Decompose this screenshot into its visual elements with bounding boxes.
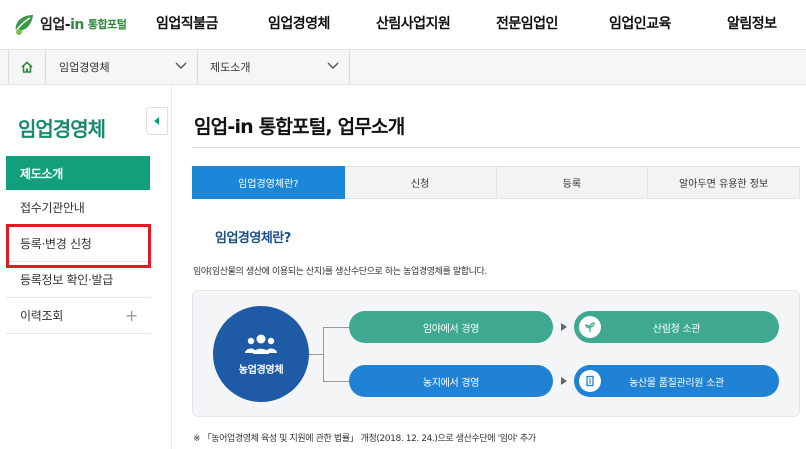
home-icon: [21, 61, 33, 73]
sidebar-item-label: 제도소개: [20, 166, 63, 181]
tab-registration[interactable]: 등록: [496, 166, 649, 199]
gnb-item-expert-forester[interactable]: 전문임업인: [496, 13, 558, 33]
diagram-center-circle: 농업경영체: [213, 306, 309, 402]
diagram-forest-service-label: 산림청 소관: [652, 323, 701, 335]
tab-what-is-entity[interactable]: 임업경영체란?: [192, 166, 345, 199]
sprout-icon: [579, 316, 601, 338]
sidebar-item-label: 이력조회: [20, 309, 63, 323]
diagram-quality-service-label: 농산물 품질관리원 소관: [629, 377, 724, 389]
sidebar-item-label: 접수기관안내: [20, 201, 85, 215]
site-header: 임업-in 통합포털 임업직불금 임업경영체 산림사업지원 전문임업인 임업인교…: [0, 0, 806, 48]
connector-line: [323, 327, 324, 382]
diagram-forest-service: 산림청 소관: [574, 311, 779, 343]
law-note: ※ 「농어업경영체 육성 및 지원에 관한 법률」 개정(2018. 12. 2…: [193, 434, 536, 444]
connector-line: [323, 381, 349, 382]
gnb-item-notice[interactable]: 알림정보: [727, 13, 777, 33]
breadcrumb-level1-label: 임업경영체: [59, 61, 110, 74]
breadcrumb: 임업경영체 제도소개: [0, 49, 806, 85]
connector-line: [309, 354, 323, 355]
diagram-farmland-management: 농지에서 경영: [349, 365, 553, 397]
global-nav: 임업직불금 임업경영체 산림사업지원 전문임업인 임업인교육 알림정보: [0, 13, 806, 35]
sidebar-divider: [171, 86, 172, 449]
arrow-right-icon: [561, 377, 567, 385]
sidebar-item-history[interactable]: 이력조회 +: [6, 298, 150, 334]
breadcrumb-dropdown-level1[interactable]: 임업경영체: [47, 50, 198, 84]
people-group-icon: [245, 334, 277, 354]
sidebar-item-system-intro[interactable]: 제도소개: [6, 156, 150, 190]
sidebar-title: 임업경영체: [18, 117, 106, 141]
section-description: 임야(임산물의 생산에 이용되는 산지)를 생산수단으로 하는 농업경영체를 말…: [193, 267, 487, 277]
breadcrumb-home[interactable]: [8, 50, 46, 84]
sidebar-collapse-button[interactable]: [146, 107, 168, 135]
expand-plus-icon[interactable]: +: [125, 306, 138, 325]
chevron-down-icon: [175, 62, 187, 69]
diagram-forest-management: 임야에서 경영: [349, 311, 553, 343]
highlight-box: [6, 224, 151, 268]
title-divider: [192, 147, 800, 148]
gnb-item-education[interactable]: 임업인교육: [609, 13, 671, 33]
arrow-right-icon: [561, 323, 567, 331]
caret-left-icon: [154, 117, 159, 125]
gnb-item-forestry-entity[interactable]: 임업경영체: [268, 13, 330, 33]
diagram-quality-service: 농산물 품질관리원 소관: [574, 365, 779, 397]
tab-useful-info[interactable]: 알아두면 유용한 정보: [648, 166, 800, 199]
diagram-center-label: 농업경영체: [238, 364, 284, 376]
sidebar-item-label: 등록정보 확인·발급: [20, 273, 113, 287]
gnb-item-forest-project[interactable]: 산림사업지원: [376, 13, 451, 33]
chevron-down-icon: [327, 62, 339, 69]
page-title: 임업-in 통합포털, 업무소개: [194, 116, 405, 138]
connector-line: [323, 327, 349, 328]
tab-application[interactable]: 신청: [344, 166, 497, 199]
entity-diagram: 농업경영체 임야에서 경영 산림청 소관 농지에서 경영 농산물 품질관리원 소…: [192, 290, 800, 417]
breadcrumb-level2-label: 제도소개: [210, 61, 251, 74]
section-title: 임업경영체란?: [215, 231, 291, 246]
sidebar-item-reception-agency[interactable]: 접수기관안내: [6, 190, 150, 226]
building-icon: [579, 370, 601, 392]
content-tabs: 임업경영체란? 신청 등록 알아두면 유용한 정보: [192, 166, 800, 199]
gnb-item-direct-payment[interactable]: 임업직불금: [156, 13, 218, 33]
breadcrumb-dropdown-level2[interactable]: 제도소개: [198, 50, 350, 84]
